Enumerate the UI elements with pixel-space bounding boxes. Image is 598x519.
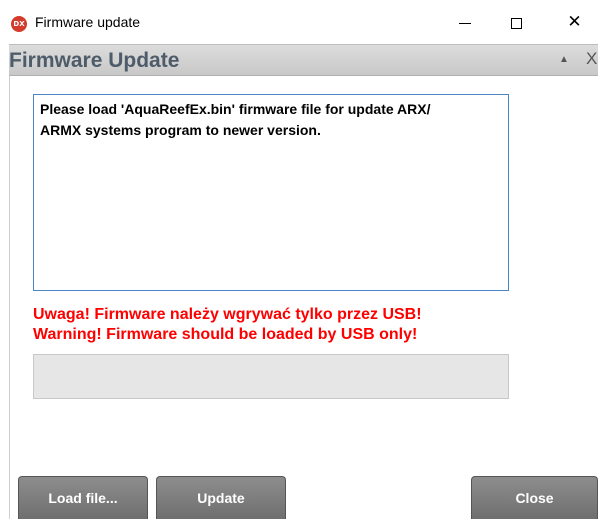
firmware-update-window: DX Firmware update ✕ Firmware Update ▲ X… — [0, 0, 598, 519]
warning-polish: Uwaga! Firmware należy wgrywać tylko prz… — [33, 306, 422, 323]
load-file-button[interactable]: Load file... — [18, 476, 148, 519]
message-text: Please load 'AquaReefEx.bin' firmware fi… — [40, 101, 431, 138]
progress-bar — [33, 354, 509, 399]
minimize-icon — [458, 22, 471, 24]
window-title: Firmware update — [35, 14, 141, 30]
panel-header: Firmware Update ▲ X — [9, 44, 598, 76]
app-logo-icon: DX — [11, 16, 27, 32]
minimize-button[interactable] — [442, 0, 487, 44]
left-divider — [9, 76, 10, 519]
warning-english: Warning! Firmware should be loaded by US… — [33, 326, 418, 343]
panel-title: Firmware Update — [9, 49, 180, 72]
maximize-button[interactable] — [494, 0, 539, 44]
collapse-icon[interactable]: ▲ — [559, 54, 569, 65]
panel-close-icon[interactable]: X — [586, 49, 597, 69]
update-button[interactable]: Update — [156, 476, 286, 519]
close-window-button[interactable]: ✕ — [552, 0, 597, 44]
close-icon: ✕ — [567, 11, 582, 32]
maximize-icon — [511, 17, 522, 29]
message-textbox[interactable]: Please load 'AquaReefEx.bin' firmware fi… — [33, 94, 509, 291]
close-button[interactable]: Close — [471, 476, 598, 519]
title-bar[interactable]: DX Firmware update ✕ — [0, 0, 598, 44]
